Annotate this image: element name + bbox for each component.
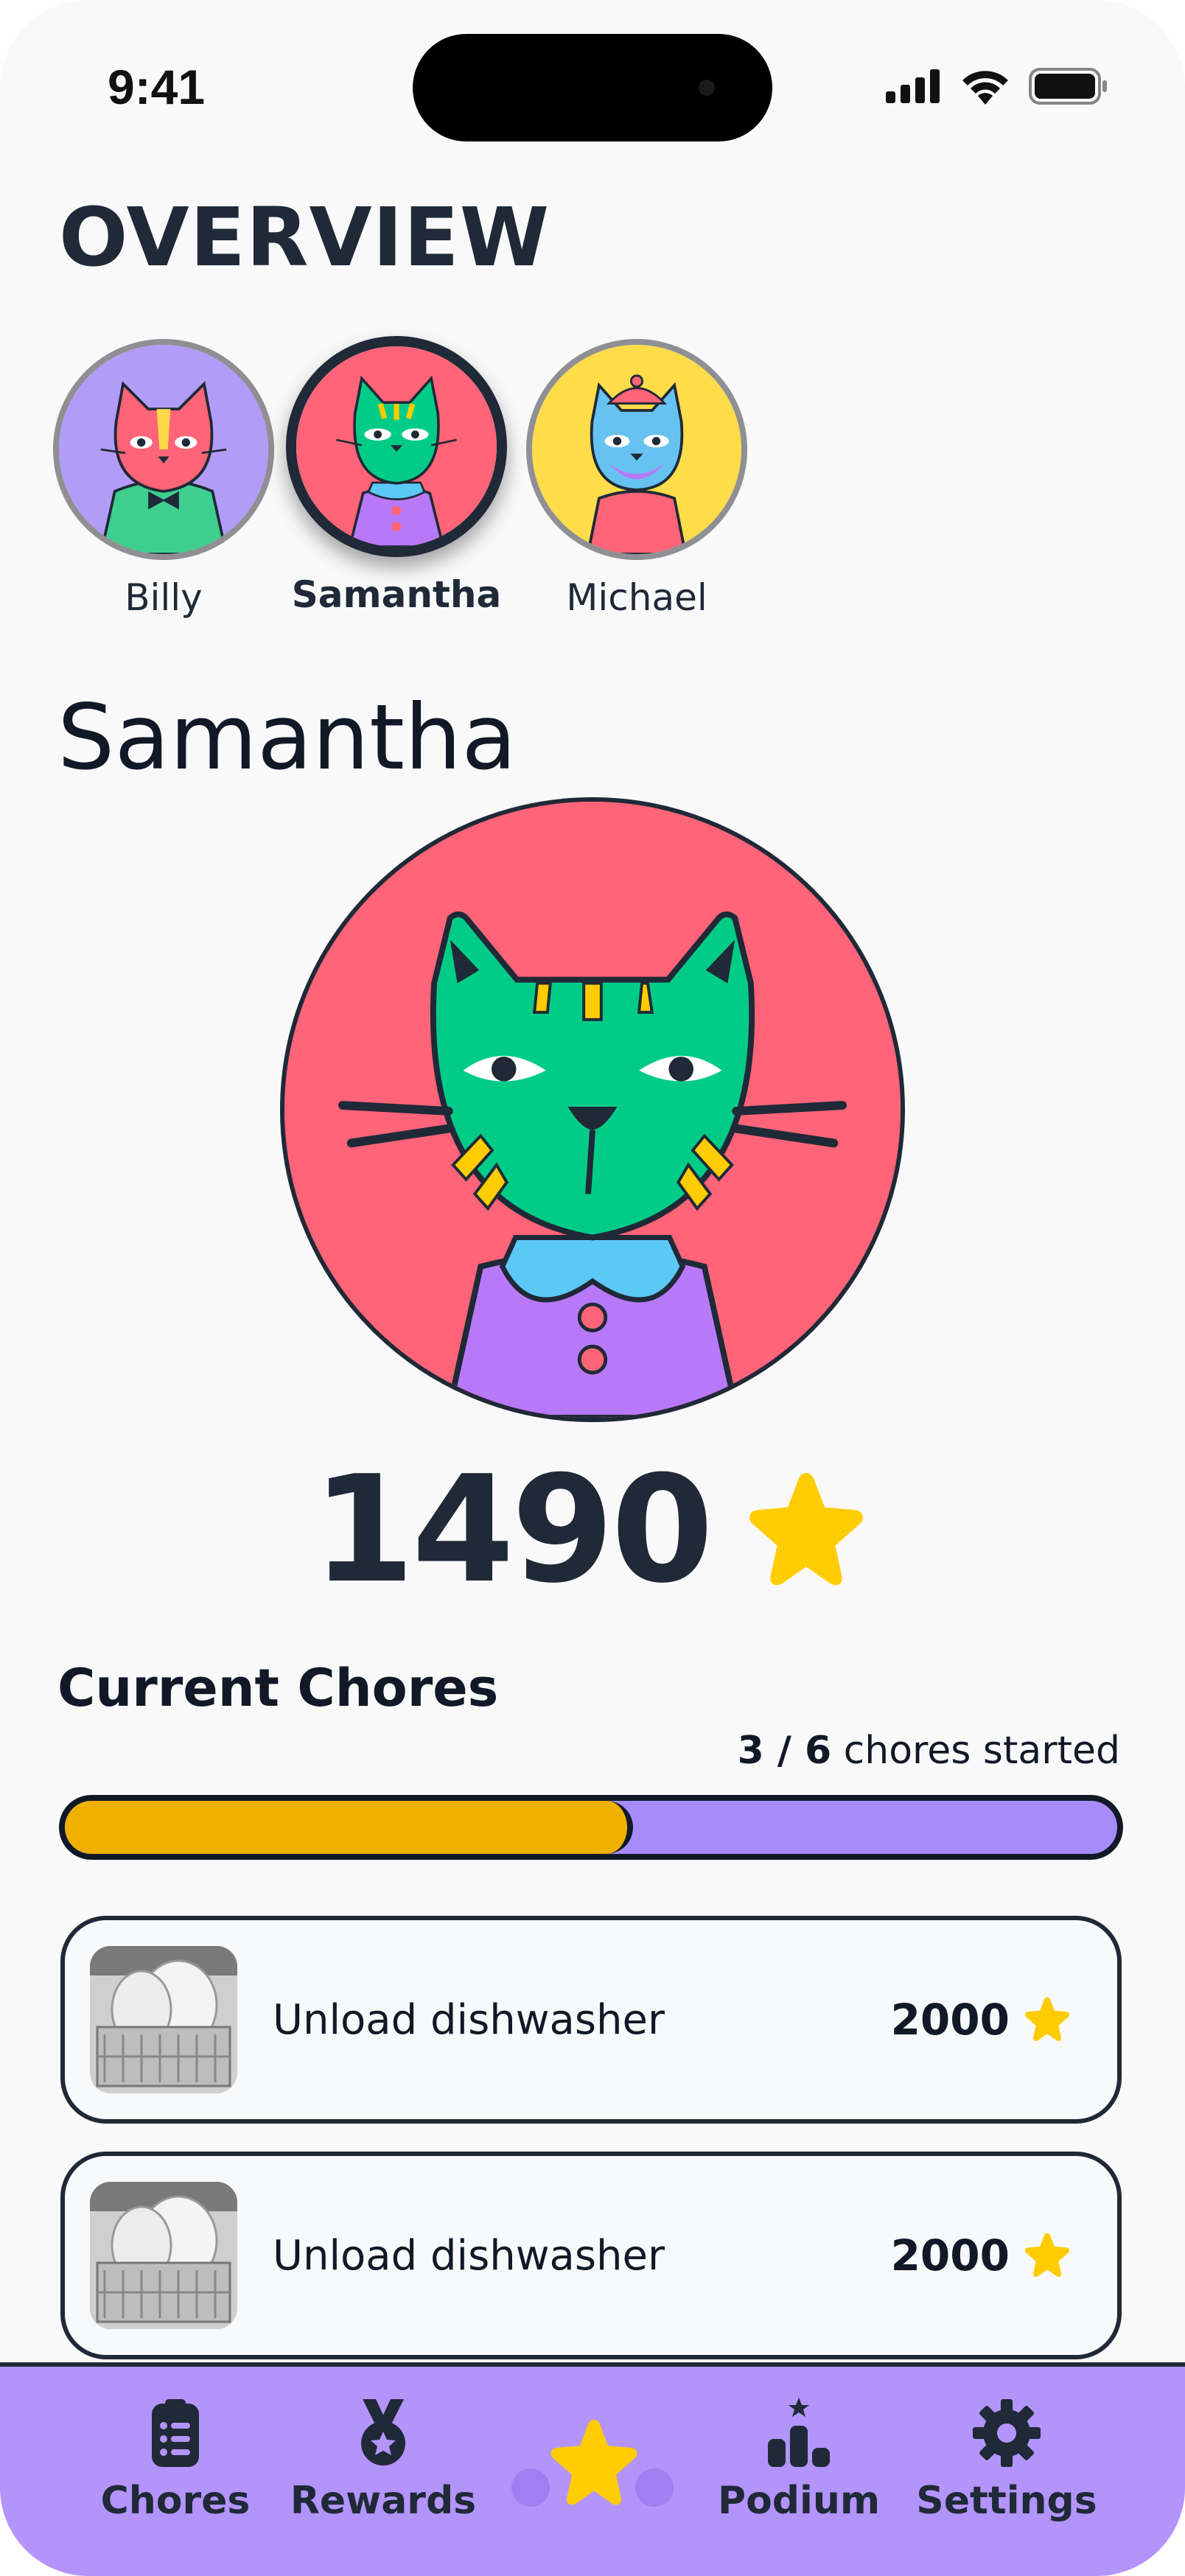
cat-avatar-icon (296, 346, 497, 547)
chores-progress-fill (65, 1801, 634, 1854)
chore-title: Unload dishwasher (273, 1995, 665, 2044)
tab-label: Rewards (290, 2479, 477, 2523)
star-icon (550, 2419, 637, 2505)
cat-avatar-icon (284, 802, 901, 1418)
avatar-name: Billy (125, 576, 203, 619)
cat-avatar-icon (59, 345, 268, 554)
section-title: Current Chores (57, 1658, 499, 1718)
star-icon (1024, 2233, 1070, 2278)
dynamic-island (413, 34, 772, 141)
clipboard-list-icon (152, 2399, 199, 2467)
chore-points: 2000 (890, 2230, 1010, 2281)
tab-label: Podium (717, 2479, 881, 2523)
points-value: 1490 (312, 1444, 714, 1616)
tab-label: Chores (100, 2479, 251, 2523)
status-icons (886, 68, 1108, 105)
status-time: 9:41 (108, 60, 206, 114)
chore-thumbnail (90, 2182, 237, 2329)
kid-avatar-samantha[interactable]: Samantha (286, 336, 507, 616)
gear-icon (973, 2399, 1041, 2467)
avatar-name: Michael (566, 576, 707, 619)
star-icon (749, 1472, 864, 1585)
tab-settings[interactable]: Settings (911, 2396, 1102, 2523)
chores-started-label: chores started (843, 1729, 1120, 1773)
chore-thumbnail (90, 1946, 237, 2093)
dishwasher-image-icon (90, 2182, 237, 2329)
chore-card[interactable]: Unload dishwasher 2000 (60, 1916, 1122, 2124)
dishwasher-image-icon (90, 1946, 237, 2093)
chores-started-count: 3 / 6 (737, 1729, 832, 1773)
cat-avatar-icon (532, 345, 741, 554)
chore-points: 2000 (890, 1995, 1010, 2045)
wifi-icon (962, 71, 1008, 105)
tab-rewards[interactable]: Rewards (287, 2396, 479, 2523)
avatar (53, 339, 274, 560)
chore-card[interactable]: Unload dishwasher 2000 (60, 2152, 1122, 2359)
avatar (526, 339, 747, 560)
podium-icon (768, 2398, 830, 2467)
kid-avatar-billy[interactable]: Billy (53, 339, 274, 619)
chore-title: Unload dishwasher (273, 2231, 665, 2280)
points-display: 1490 (0, 1444, 1185, 1616)
cellular-signal-icon (886, 69, 940, 103)
battery-icon (1029, 68, 1107, 105)
selected-kid-name: Samantha (57, 685, 517, 790)
tab-home-star[interactable] (511, 2396, 674, 2529)
avatar-name: Samantha (291, 573, 502, 616)
star-icon (1024, 1997, 1070, 2042)
kid-avatar-michael[interactable]: Michael (526, 339, 747, 619)
tab-label: Settings (916, 2479, 1097, 2523)
page-title: OVERVIEW (59, 190, 550, 284)
chores-progress-text: 3 / 6 chores started (738, 1729, 1120, 1773)
selected-kid-avatar (280, 797, 905, 1422)
tab-podium[interactable]: Podium (703, 2396, 895, 2523)
tab-chores[interactable]: Chores (80, 2396, 271, 2523)
app-screen: 9:41 OVERVIEW Billy Samantha Michael Sam… (0, 0, 1185, 2576)
tab-bar: Chores Rewards Podium Settings (0, 2362, 1185, 2576)
avatar (286, 336, 507, 557)
chores-progress-bar (59, 1795, 1123, 1860)
medal-icon (361, 2399, 405, 2465)
